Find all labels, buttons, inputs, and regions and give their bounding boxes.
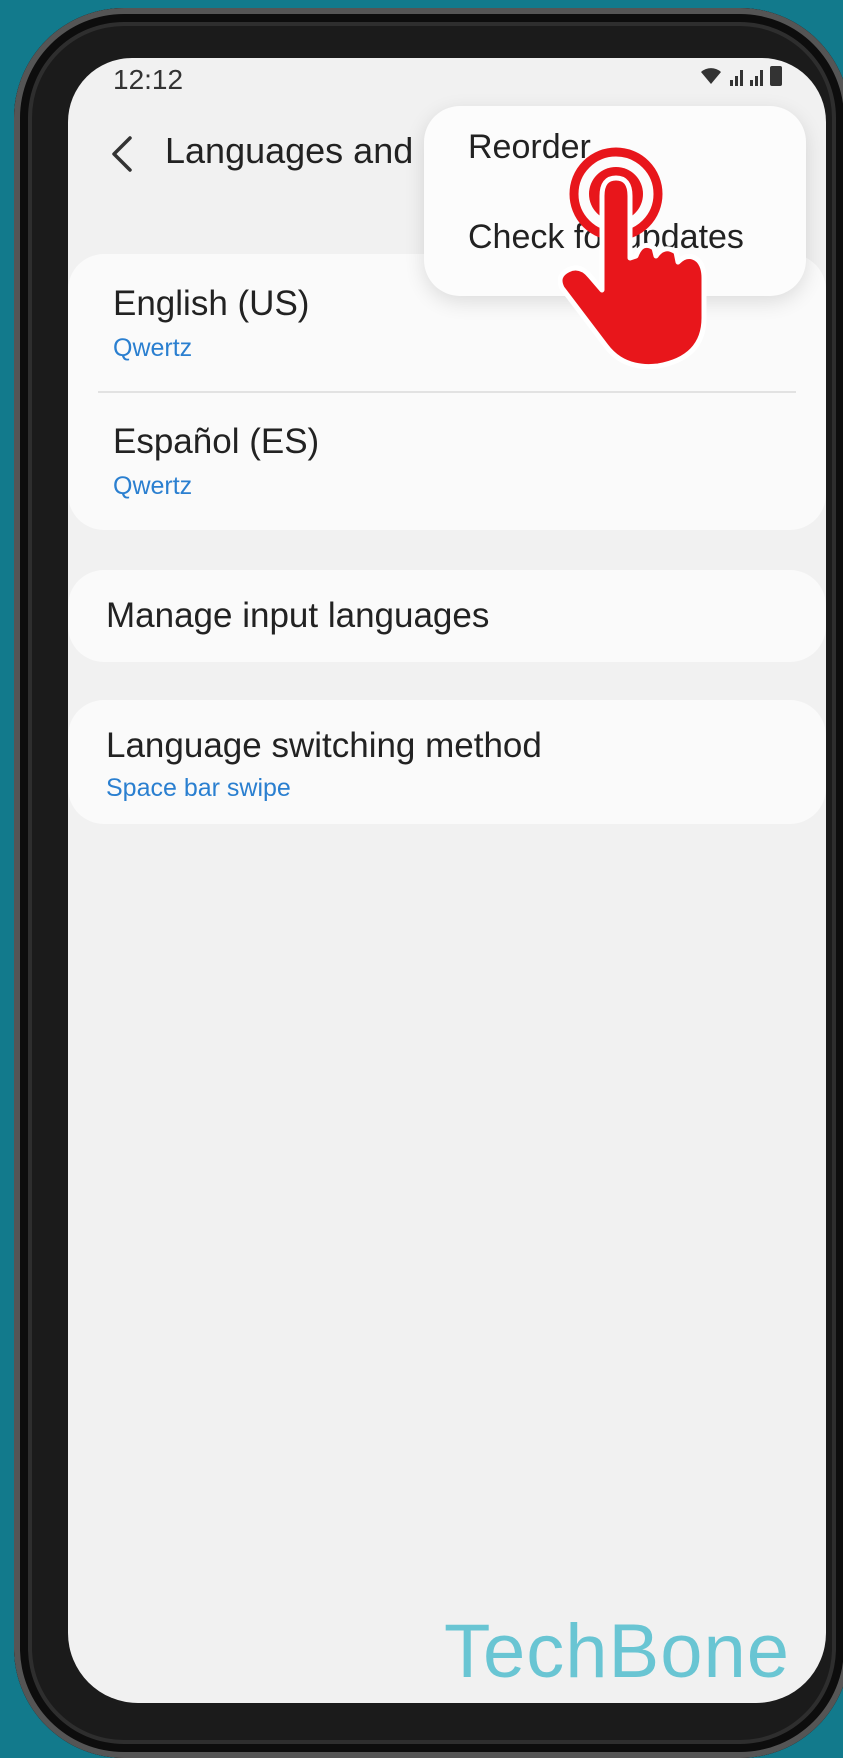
tap-hand-icon xyxy=(558,147,707,370)
language-item-spanish[interactable]: Español (ES) Qwertz xyxy=(68,394,826,530)
language-name: Español (ES) xyxy=(113,422,320,461)
status-icons xyxy=(698,66,782,86)
battery-icon xyxy=(770,66,782,86)
signal-icon xyxy=(730,70,743,86)
page-title: Languages and xyxy=(165,130,414,171)
back-arrow-icon[interactable] xyxy=(104,132,144,176)
watermark-logo: TechBone xyxy=(443,1609,790,1694)
language-layout: Qwertz xyxy=(113,334,193,362)
language-switching-item[interactable]: Language switching method Space bar swip… xyxy=(68,700,826,824)
manage-label: Manage input languages xyxy=(106,596,490,635)
divider xyxy=(98,391,796,393)
switching-value: Space bar swipe xyxy=(106,774,291,802)
phone-frame: 12:12 Languages and English (US) Qwertz xyxy=(14,8,843,1758)
screen: 12:12 Languages and English (US) Qwertz xyxy=(68,58,826,1703)
status-time: 12:12 xyxy=(113,64,184,95)
wifi-icon xyxy=(701,68,721,84)
switching-label: Language switching method xyxy=(106,726,542,765)
signal-icon-2 xyxy=(750,70,763,86)
language-name: English (US) xyxy=(113,284,310,323)
manage-input-languages-item[interactable]: Manage input languages xyxy=(68,570,826,662)
language-layout: Qwertz xyxy=(113,472,193,500)
